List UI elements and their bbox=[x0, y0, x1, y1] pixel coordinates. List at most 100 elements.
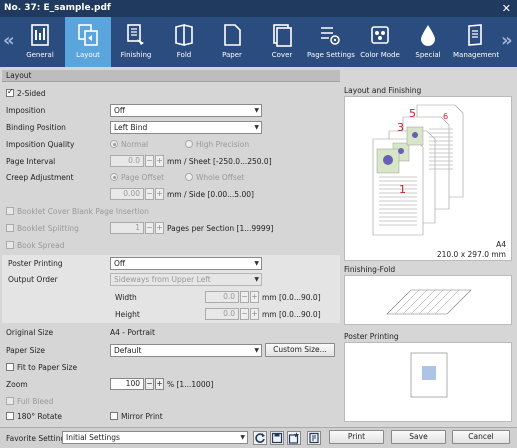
original-size-label: Original Size bbox=[6, 328, 54, 337]
mirror-print-label: Mirror Print bbox=[121, 412, 163, 421]
bottom-bar: Favorite Setting Initial Settings ▼ Print… bbox=[0, 427, 517, 448]
creep-whole-radio[interactable] bbox=[185, 173, 193, 181]
cover-icon bbox=[273, 24, 292, 47]
width-label: Width bbox=[115, 293, 137, 302]
layout-preview-panel: 5 3 1 6 A4 210.0 x 297.0 mm bbox=[344, 96, 512, 261]
split-increment-button[interactable]: + bbox=[155, 222, 164, 234]
imposition-label: Imposition bbox=[6, 106, 46, 115]
booklet-split-checkbox[interactable] bbox=[6, 224, 14, 232]
refresh-button[interactable] bbox=[253, 431, 267, 445]
zoom-decrement-button[interactable]: − bbox=[145, 378, 154, 390]
chevron-down-icon: ▼ bbox=[254, 276, 259, 283]
output-order-select[interactable]: Sideways from Upper Left ▼ bbox=[110, 273, 262, 286]
cancel-button[interactable]: Cancel bbox=[452, 430, 510, 444]
height-decrement-button[interactable]: − bbox=[240, 308, 249, 320]
paper-size-label: Paper Size bbox=[6, 346, 46, 355]
creep-page-label: Page Offset bbox=[121, 173, 165, 182]
height-increment-button[interactable]: + bbox=[250, 308, 259, 320]
chevron-down-icon: ▼ bbox=[254, 107, 259, 114]
tab-special[interactable]: Special bbox=[405, 17, 451, 67]
zoom-unit: % [1...1000] bbox=[167, 380, 214, 389]
color-mode-icon bbox=[371, 26, 389, 44]
category-toolbar: « » General Layout Finishing Fold Paper … bbox=[0, 17, 517, 67]
custom-size-button[interactable]: Custom Size... bbox=[265, 343, 335, 357]
scroll-left-icon[interactable]: « bbox=[3, 30, 15, 51]
add-favorite-button[interactable] bbox=[287, 431, 301, 445]
favorite-label: Favorite Setting bbox=[6, 434, 66, 443]
mirror-print-checkbox[interactable] bbox=[110, 412, 118, 420]
tab-color-mode[interactable]: Color Mode bbox=[357, 17, 403, 67]
binding-select[interactable]: Left Bind ▼ bbox=[110, 121, 262, 134]
finishing-icon bbox=[127, 24, 144, 45]
save-favorite-button[interactable] bbox=[270, 431, 284, 445]
split-input[interactable]: 1 bbox=[110, 222, 144, 234]
height-input[interactable]: 0.0 bbox=[205, 308, 239, 320]
paper-size-select[interactable]: Default ▼ bbox=[110, 344, 262, 357]
tab-page-settings[interactable]: Page Settings bbox=[307, 17, 355, 67]
layout-icon bbox=[78, 24, 98, 46]
creep-increment-button[interactable]: + bbox=[155, 188, 164, 200]
tab-general[interactable]: General bbox=[17, 17, 63, 67]
droplet-icon bbox=[421, 25, 435, 46]
interval-input[interactable]: 0.0 bbox=[110, 155, 144, 167]
quality-normal-radio[interactable] bbox=[110, 140, 118, 148]
booklet-preview-image: 5 3 1 6 bbox=[372, 104, 464, 236]
floppy-disk-icon bbox=[271, 432, 283, 444]
edit-favorite-button[interactable] bbox=[307, 431, 321, 445]
tab-layout[interactable]: Layout bbox=[65, 17, 111, 67]
interval-decrement-button[interactable]: − bbox=[145, 155, 154, 167]
creep-decrement-button[interactable]: − bbox=[145, 188, 154, 200]
poster-label: Poster Printing bbox=[8, 259, 63, 268]
tab-finishing[interactable]: Finishing bbox=[113, 17, 159, 67]
zoom-label: Zoom bbox=[6, 380, 28, 389]
page-number-6: 6 bbox=[443, 112, 448, 121]
section-header: Layout bbox=[2, 70, 340, 82]
split-decrement-button[interactable]: − bbox=[145, 222, 154, 234]
rotate-label: 180° Rotate bbox=[17, 412, 63, 421]
width-input[interactable]: 0.0 bbox=[205, 291, 239, 303]
quality-label: Imposition Quality bbox=[6, 140, 75, 149]
poster-select[interactable]: Off ▼ bbox=[110, 257, 262, 270]
favorite-select[interactable]: Initial Settings ▼ bbox=[62, 431, 248, 444]
print-button[interactable]: Print bbox=[329, 430, 384, 444]
split-unit: Pages per Section [1...9999] bbox=[167, 224, 274, 233]
width-decrement-button[interactable]: − bbox=[240, 291, 249, 303]
height-label: Height bbox=[115, 310, 140, 319]
quality-high-radio[interactable] bbox=[185, 140, 193, 148]
interval-increment-button[interactable]: + bbox=[155, 155, 164, 167]
paper-icon bbox=[224, 24, 241, 46]
full-bleed-checkbox[interactable] bbox=[6, 397, 14, 405]
chevron-down-icon: ▼ bbox=[240, 434, 245, 441]
booklet-cover-checkbox[interactable] bbox=[6, 207, 14, 215]
zoom-input[interactable]: 100 bbox=[110, 378, 144, 390]
creep-input[interactable]: 0.00 bbox=[110, 188, 144, 200]
poster-preview-title: Poster Printing bbox=[344, 332, 399, 341]
tab-paper[interactable]: Paper bbox=[209, 17, 255, 67]
tab-fold[interactable]: Fold bbox=[161, 17, 207, 67]
scroll-right-icon[interactable]: » bbox=[501, 30, 513, 51]
creep-label: Creep Adjustment bbox=[6, 173, 74, 182]
rotate-checkbox[interactable] bbox=[6, 412, 14, 420]
paper-size-caption: A4 bbox=[496, 240, 506, 249]
zoom-increment-button[interactable]: + bbox=[155, 378, 164, 390]
quality-normal-label: Normal bbox=[121, 140, 149, 149]
imposition-select[interactable]: Off ▼ bbox=[110, 104, 262, 117]
management-icon bbox=[468, 24, 482, 46]
save-button[interactable]: Save bbox=[391, 430, 446, 444]
two-sided-checkbox[interactable] bbox=[6, 87, 14, 97]
full-bleed-label: Full Bleed bbox=[17, 397, 54, 406]
tab-management[interactable]: Management bbox=[453, 17, 499, 67]
page-number-1: 1 bbox=[399, 183, 406, 196]
page-number-3: 3 bbox=[397, 121, 404, 134]
general-icon bbox=[31, 24, 49, 46]
width-increment-button[interactable]: + bbox=[250, 291, 259, 303]
fold-preview-image bbox=[386, 289, 472, 315]
title-bar: No. 37: E_sample.pdf ✕ bbox=[0, 0, 517, 17]
original-size-value: A4 - Portrait bbox=[110, 328, 155, 337]
creep-page-radio[interactable] bbox=[110, 173, 118, 181]
book-spread-checkbox[interactable] bbox=[6, 241, 14, 249]
close-icon[interactable]: ✕ bbox=[502, 0, 511, 17]
fit-to-paper-checkbox[interactable] bbox=[6, 363, 14, 371]
tab-cover[interactable]: Cover bbox=[259, 17, 305, 67]
chevron-down-icon: ▼ bbox=[254, 347, 259, 354]
